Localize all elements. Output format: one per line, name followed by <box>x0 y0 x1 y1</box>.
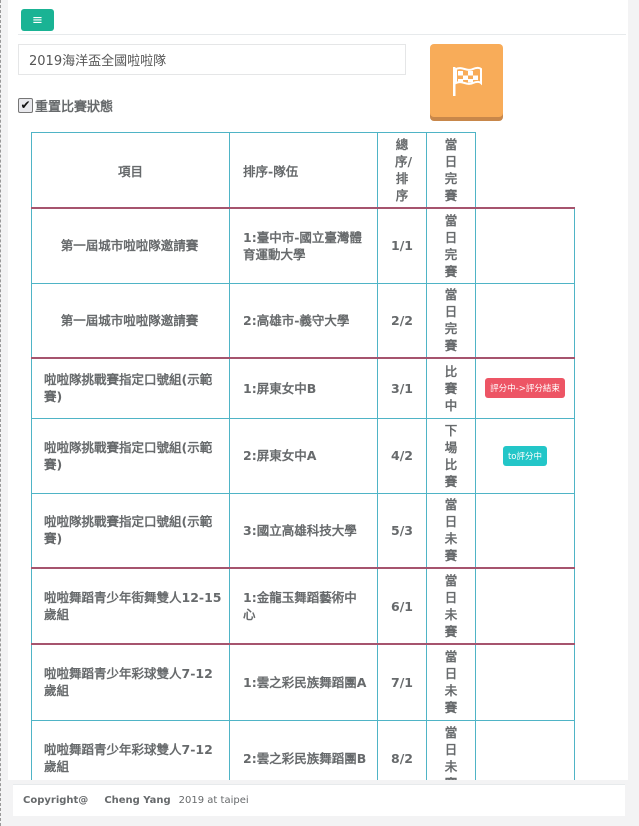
hamburger-icon: ≡ <box>32 12 43 28</box>
row-team: 3:國立高雄科技大學 <box>229 492 378 569</box>
row-action <box>475 492 575 569</box>
page-footer: Copyright@ Cheng Yang 2019 at taipei <box>13 784 625 816</box>
footer-note: 2019 at taipei <box>178 795 249 806</box>
end-scoring-button[interactable]: 評分中->評分結束 <box>485 378 565 399</box>
row-order: 3/1 <box>377 357 427 419</box>
reset-status-checkbox[interactable]: ✔ <box>18 97 33 113</box>
row-status: 當日完賽 <box>426 282 476 359</box>
row-item: 啦啦隊挑戰賽指定口號組(示範賽) <box>31 357 230 419</box>
row-team: 1:臺中市-國立臺灣體育運動大學 <box>229 207 378 284</box>
row-action <box>475 207 575 284</box>
col-header-status: 當日完賽 <box>426 132 476 209</box>
start-scoring-button[interactable]: to評分中 <box>502 445 548 466</box>
finish-flag-button[interactable] <box>430 44 503 117</box>
col-header-team: 排序-隊伍 <box>229 132 378 209</box>
schedule-table: 項目 排序-隊伍 總序/排序 當日完賽 第一屆城市啦啦隊邀請賽 1:臺中市-國立… <box>31 132 575 780</box>
row-action: to評分中 <box>475 417 575 494</box>
row-order: 2/2 <box>377 282 427 359</box>
row-status: 當日未賽 <box>426 643 476 721</box>
row-status: 下場比賽 <box>426 417 476 494</box>
row-status: 當日未賽 <box>426 567 476 645</box>
row-status: 比賽中 <box>426 357 476 419</box>
table-row: 第一屆城市啦啦隊邀請賽 1:臺中市-國立臺灣體育運動大學 1/1 當日完賽 <box>31 207 575 284</box>
row-team: 2:屏東女中A <box>229 417 378 494</box>
row-action <box>475 719 575 780</box>
row-item: 第一屆城市啦啦隊邀請賽 <box>31 207 230 284</box>
table-row: 第一屆城市啦啦隊邀請賽 2:高雄市-義守大學 2/2 當日完賽 <box>31 282 575 359</box>
content-panel: ≡ 2019海洋盃全國啦啦隊 ✔ 重置比賽狀態 項目 排序-隊伍 總序/排序 當… <box>8 0 628 780</box>
row-team: 2:高雄市-義守大學 <box>229 282 378 359</box>
row-status: 當日完賽 <box>426 207 476 284</box>
col-header-action <box>476 133 575 209</box>
page-wrapper: ≡ 2019海洋盃全國啦啦隊 ✔ 重置比賽狀態 項目 排序-隊伍 總序/排序 當… <box>5 0 633 826</box>
table-row: 啦啦隊挑戰賽指定口號組(示範賽) 3:國立高雄科技大學 5/3 當日未賽 <box>31 492 575 569</box>
reset-status-label: 重置比賽狀態 <box>35 99 114 115</box>
copyright-label: Copyright@ <box>23 795 89 806</box>
page-left-border <box>0 0 3 826</box>
row-item: 啦啦隊挑戰賽指定口號組(示範賽) <box>31 492 230 569</box>
row-order: 5/3 <box>377 492 427 569</box>
row-order: 8/2 <box>377 719 427 780</box>
author-name: Cheng Yang <box>104 795 171 806</box>
row-action <box>475 643 575 721</box>
row-team: 2:雲之彩民族舞蹈團B <box>229 719 378 780</box>
competition-title-value: 2019海洋盃全國啦啦隊 <box>29 54 167 69</box>
row-order: 4/2 <box>377 417 427 494</box>
row-team: 1:金龍玉舞蹈藝術中心 <box>229 567 378 645</box>
table-row: 啦啦隊挑戰賽指定口號組(示範賽) 2:屏東女中A 4/2 下場比賽 to評分中 <box>31 417 575 494</box>
row-item: 啦啦舞蹈青少年街舞雙人12-15歲組 <box>31 567 230 645</box>
row-action: 評分中->評分結束 <box>475 357 575 419</box>
row-item: 啦啦隊挑戰賽指定口號組(示範賽) <box>31 417 230 494</box>
row-item: 啦啦舞蹈青少年彩球雙人7-12歲組 <box>31 719 230 780</box>
row-order: 6/1 <box>377 567 427 645</box>
table-row: 啦啦舞蹈青少年彩球雙人7-12歲組 1:雲之彩民族舞蹈團A 7/1 當日未賽 <box>31 643 575 721</box>
col-header-order: 總序/排序 <box>377 132 427 209</box>
row-order: 7/1 <box>377 643 427 721</box>
header-divider <box>18 34 626 35</box>
table-header-row: 項目 排序-隊伍 總序/排序 當日完賽 <box>31 132 575 209</box>
row-team: 1:屏東女中B <box>229 357 378 419</box>
menu-toggle-button[interactable]: ≡ <box>21 9 54 31</box>
row-status: 當日未賽 <box>426 492 476 569</box>
reset-status-row[interactable]: ✔ 重置比賽狀態 <box>18 96 114 115</box>
row-action <box>475 567 575 645</box>
row-item: 啦啦舞蹈青少年彩球雙人7-12歲組 <box>31 643 230 721</box>
table-row: 啦啦隊挑戰賽指定口號組(示範賽) 1:屏東女中B 3/1 比賽中 評分中->評分… <box>31 357 575 419</box>
row-order: 1/1 <box>377 207 427 284</box>
row-status: 當日未賽 <box>426 719 476 780</box>
competition-title-input[interactable]: 2019海洋盃全國啦啦隊 <box>18 44 406 75</box>
checkered-flag-icon <box>452 66 482 96</box>
col-header-item: 項目 <box>31 132 230 209</box>
table-row: 啦啦舞蹈青少年彩球雙人7-12歲組 2:雲之彩民族舞蹈團B 8/2 當日未賽 <box>31 719 575 780</box>
row-action <box>475 282 575 359</box>
row-team: 1:雲之彩民族舞蹈團A <box>229 643 378 721</box>
row-item: 第一屆城市啦啦隊邀請賽 <box>31 282 230 359</box>
table-row: 啦啦舞蹈青少年街舞雙人12-15歲組 1:金龍玉舞蹈藝術中心 6/1 當日未賽 <box>31 567 575 645</box>
